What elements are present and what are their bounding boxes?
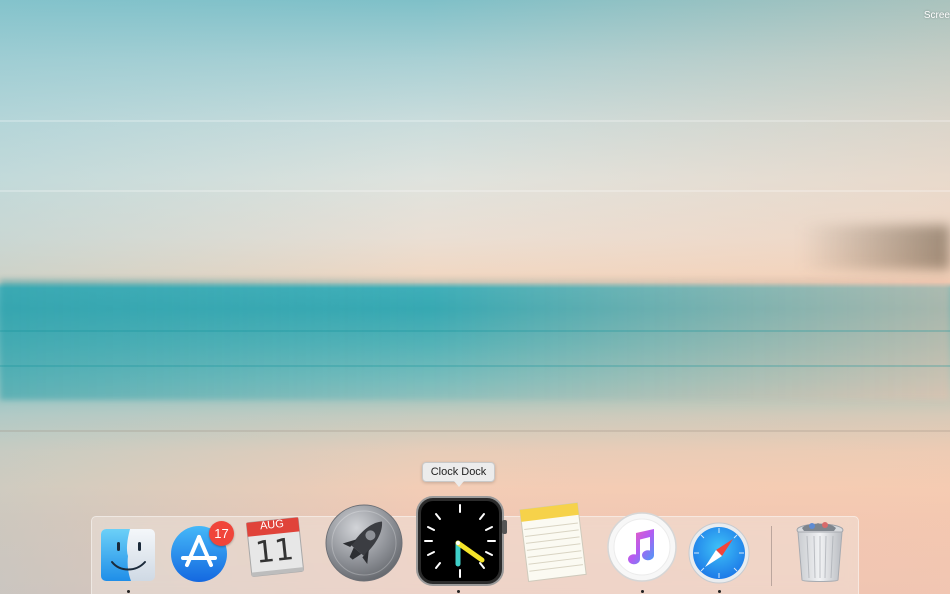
dock-tooltip: Clock Dock (422, 462, 495, 487)
calendar-day: 11 (253, 532, 296, 571)
wallpaper-dark-streak (800, 225, 950, 270)
trash-icon (796, 522, 844, 582)
wallpaper-sea-haze (0, 280, 950, 400)
dock-item-finder[interactable] (100, 528, 156, 582)
running-indicator-clock-dock (457, 590, 460, 593)
wallpaper-streak (0, 190, 950, 192)
running-indicator-safari (718, 590, 721, 593)
music-note-icon (607, 512, 677, 582)
corner-label: Scree (923, 10, 950, 21)
dock-item-clock-dock[interactable] (414, 494, 508, 588)
finder-icon (101, 529, 155, 581)
notes-icon (519, 502, 587, 582)
dock-item-calendar[interactable]: AUG 11 (244, 514, 306, 580)
dock-separator (771, 526, 772, 586)
rocket-icon (325, 504, 403, 582)
wallpaper-streak (0, 430, 950, 432)
wallpaper-streak (0, 120, 950, 122)
wallpaper-streak (0, 365, 950, 367)
wallpaper-streak (0, 330, 950, 332)
dock-item-launchpad[interactable] (324, 503, 404, 583)
dock-item-notes[interactable] (516, 500, 592, 584)
compass-icon (688, 522, 750, 584)
dock-item-itunes[interactable] (606, 511, 678, 583)
app-store-badge: 17 (209, 521, 234, 546)
running-indicator-finder (127, 590, 130, 593)
desktop-wallpaper: Scree Clock Dock 17 AUG 11 (0, 0, 950, 594)
clock-icon (416, 496, 507, 586)
dock-item-trash[interactable] (792, 520, 848, 584)
running-indicator-itunes (641, 590, 644, 593)
dock-item-safari[interactable] (688, 522, 750, 584)
